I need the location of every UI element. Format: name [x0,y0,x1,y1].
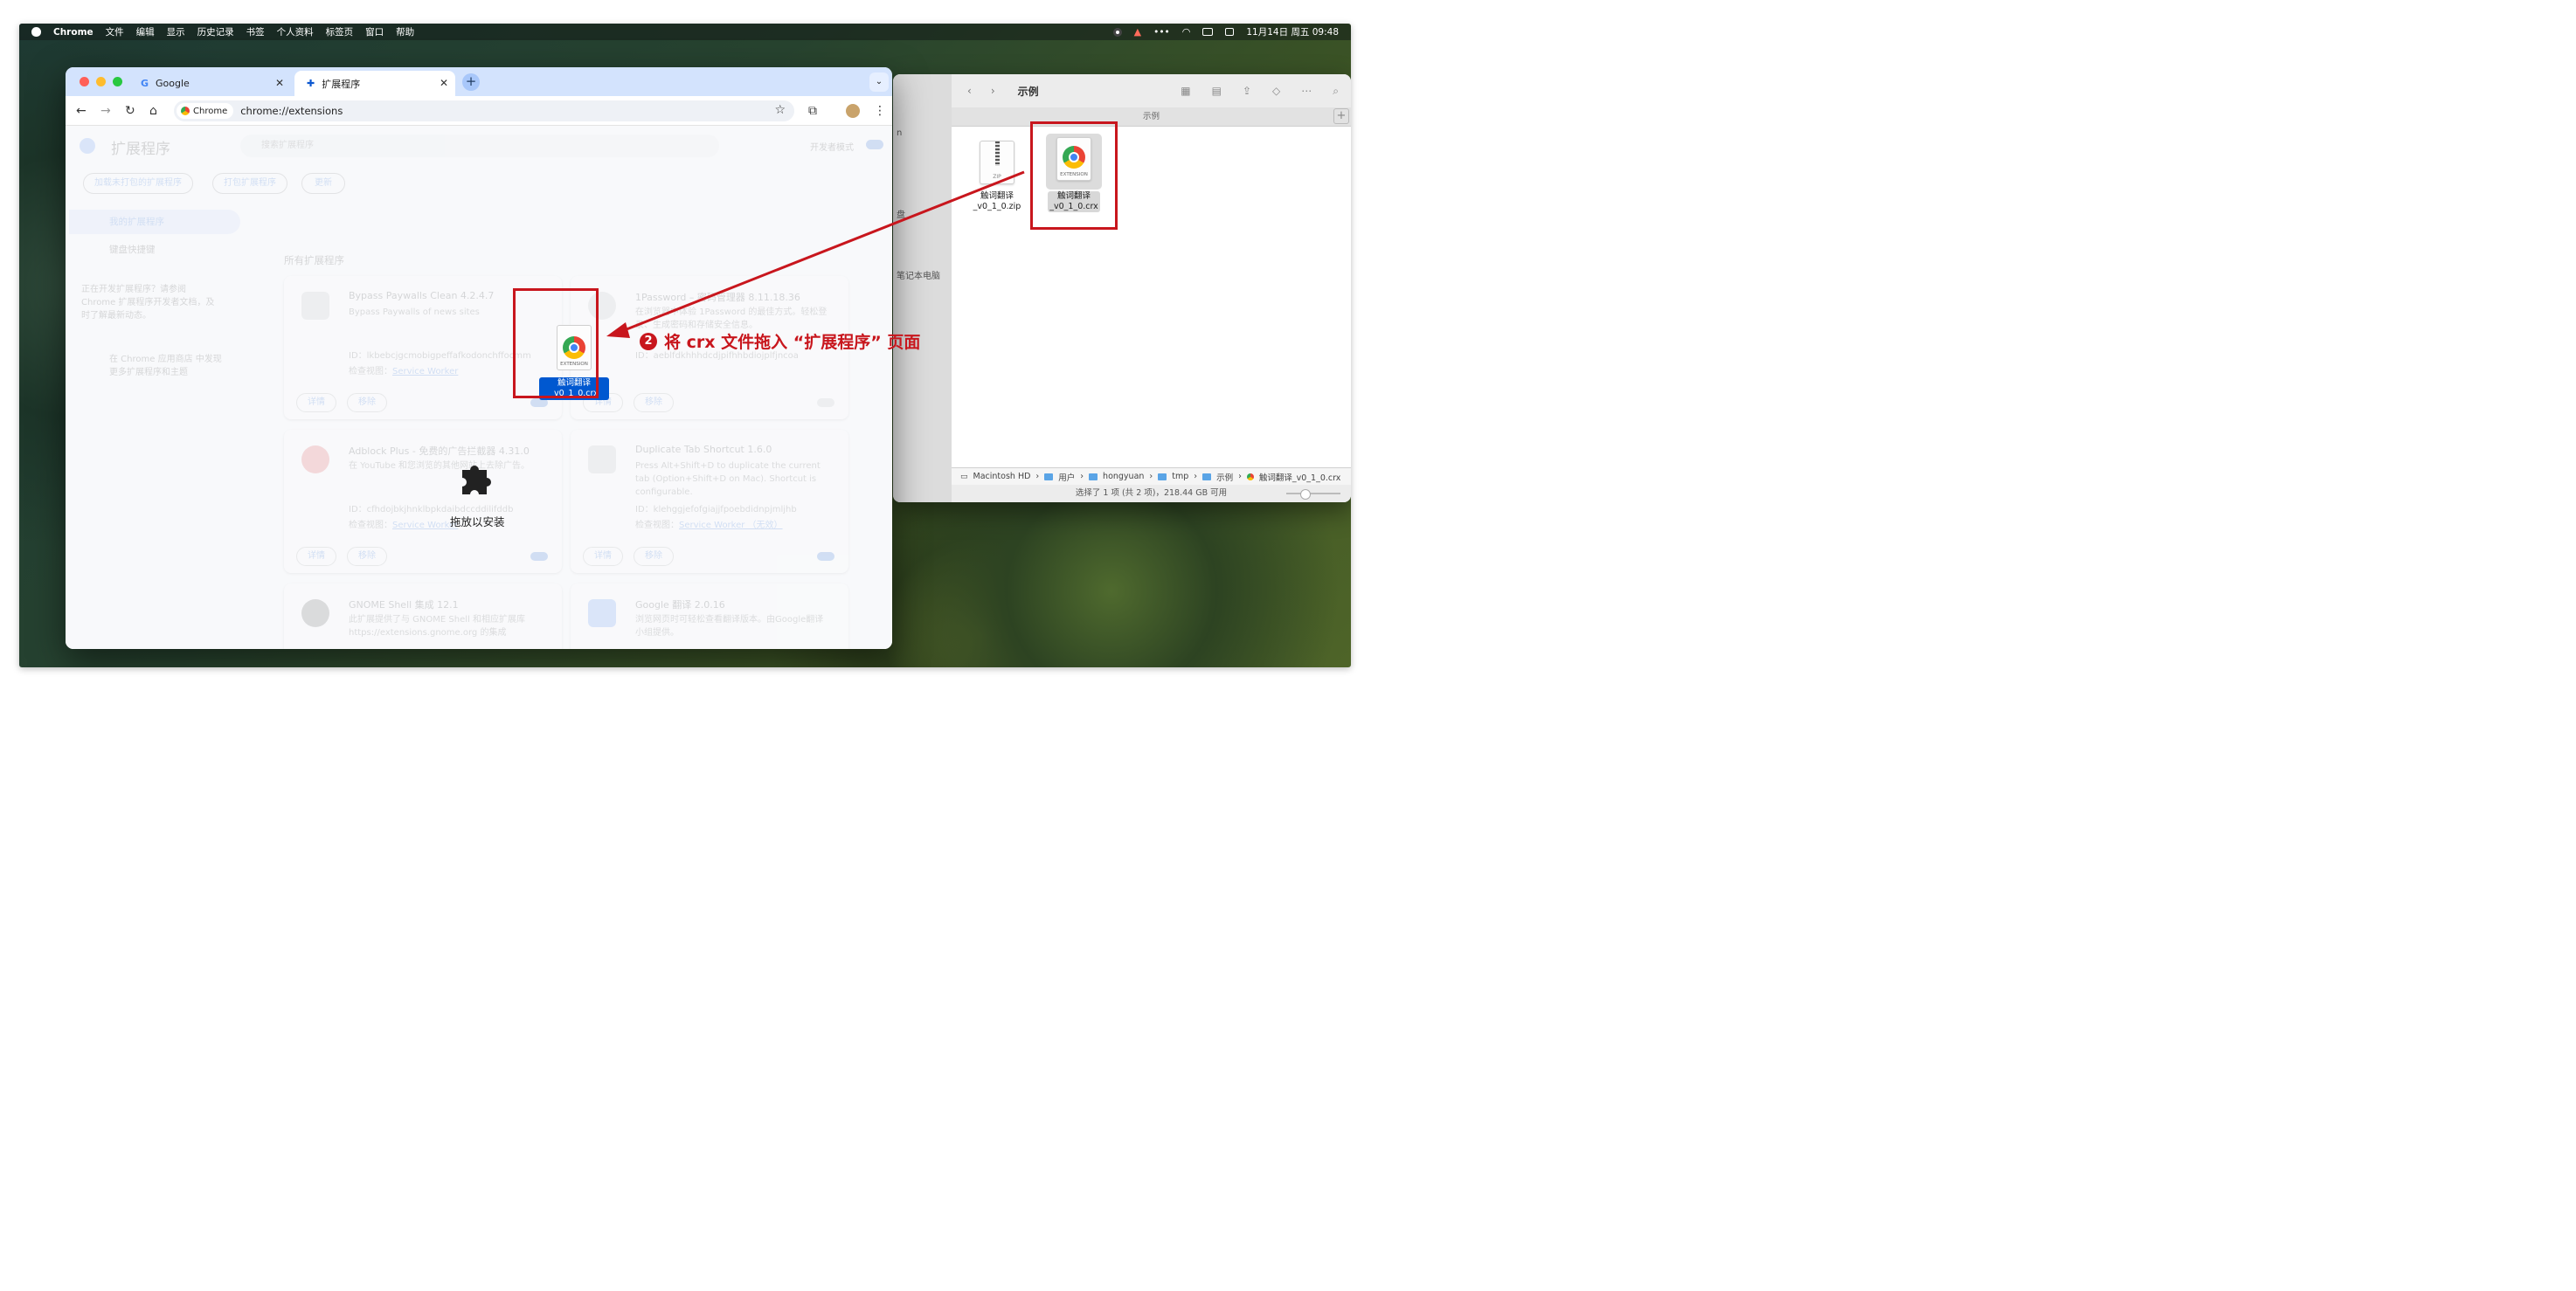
step-number-badge: 2 [640,332,657,350]
desktop: Chrome 文件 编辑 显示 历史记录 书签 个人资料 标签页 窗口 帮助 ▲… [19,24,1351,667]
annotation-caption: 2 将 crx 文件拖入 “扩展程序” 页面 [640,329,920,353]
annotation-text: 将 crx 文件拖入 “扩展程序” 页面 [664,333,921,352]
